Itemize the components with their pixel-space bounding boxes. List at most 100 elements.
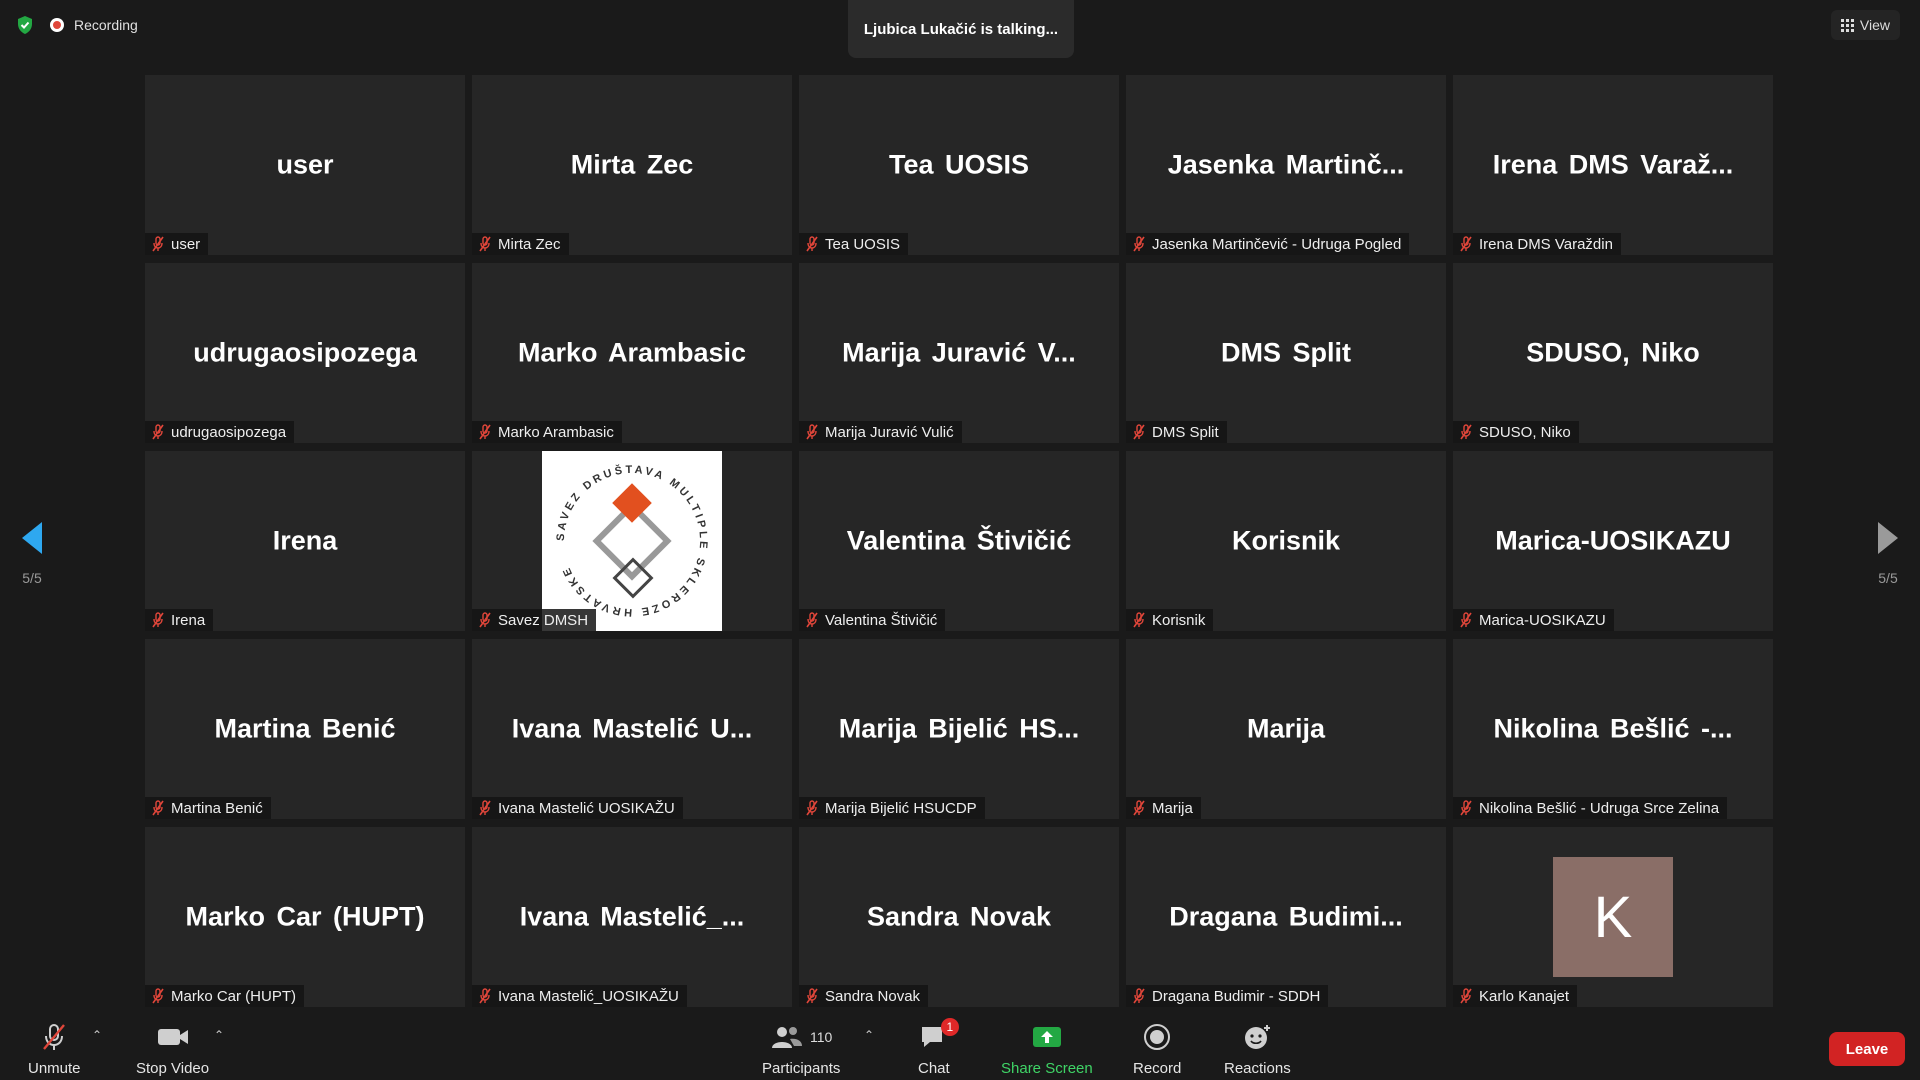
participant-tile[interactable]: Marica-UOSIKAZU Marica-UOSIKAZU bbox=[1453, 451, 1773, 631]
meeting-toolbar: Unmute ⌃ Stop Video ⌃ 110 Participants ⌃… bbox=[0, 1010, 1920, 1080]
participant-name: Valentina Štivičić bbox=[825, 611, 938, 629]
participant-tile[interactable]: Marko Arambasic Marko Arambasic bbox=[472, 263, 792, 443]
participant-tile[interactable]: Ivana Mastelić_... Ivana Mastelić_UOSIKAŽ… bbox=[472, 827, 792, 1007]
video-camera-icon bbox=[156, 1022, 190, 1052]
participants-options-chevron-icon[interactable]: ⌃ bbox=[864, 1028, 874, 1042]
participant-nameplate: Tea UOSIS bbox=[799, 233, 909, 255]
participant-display-name: Martina Benić bbox=[214, 713, 396, 744]
mic-muted-icon bbox=[151, 424, 165, 440]
participant-tile[interactable]: SDUSO, Niko SDUSO, Niko bbox=[1453, 263, 1773, 443]
participant-display-name: Marko Car (HUPT) bbox=[185, 901, 425, 932]
unmute-button[interactable]: Unmute bbox=[28, 1022, 81, 1077]
participant-display-name: Jasenka Martinč... bbox=[1167, 149, 1405, 180]
reactions-button[interactable]: Reactions bbox=[1224, 1022, 1291, 1077]
mic-muted-icon bbox=[151, 612, 165, 628]
arrow-right-icon[interactable] bbox=[1876, 520, 1900, 556]
participant-name: Karlo Kanajet bbox=[1479, 987, 1570, 1005]
participant-tile[interactable]: Irena DMS Varaž... Irena DMS Varaždin bbox=[1453, 75, 1773, 255]
participant-name: Marko Car (HUPT) bbox=[171, 987, 297, 1005]
next-page-control[interactable]: 5/5 bbox=[1876, 520, 1900, 586]
participant-tile[interactable]: Mirta Zec Mirta Zec bbox=[472, 75, 792, 255]
share-screen-button[interactable]: Share Screen bbox=[1001, 1022, 1093, 1077]
participant-nameplate: Marko Arambasic bbox=[472, 421, 622, 443]
arrow-left-icon[interactable] bbox=[20, 520, 44, 556]
participant-tile[interactable]: SAVEZ DRUŠTAVA MULTIPLE SKLEROZE HRVATSK… bbox=[472, 451, 792, 631]
participant-display-name: Irena DMS Varaž... bbox=[1492, 149, 1734, 180]
participant-tile[interactable]: user user bbox=[145, 75, 465, 255]
participant-nameplate: Dragana Budimir - SDDH bbox=[1126, 985, 1329, 1007]
participant-tile[interactable]: K Karlo Kanajet bbox=[1453, 827, 1773, 1007]
recording-dot-icon bbox=[50, 18, 64, 32]
participant-tile[interactable]: Tea UOSIS Tea UOSIS bbox=[799, 75, 1119, 255]
participant-name: Marija bbox=[1152, 799, 1193, 817]
participant-tile[interactable]: Marija Bijelić HS... Marija Bijelić HSUCD… bbox=[799, 639, 1119, 819]
participant-display-name: Ivana Mastelić U... bbox=[511, 713, 753, 744]
participant-display-name: Korisnik bbox=[1231, 525, 1341, 556]
participant-nameplate: Irena bbox=[145, 609, 214, 631]
mic-muted-icon bbox=[478, 800, 492, 816]
participant-tile[interactable]: Ivana Mastelić U... Ivana Mastelić UOSIKA… bbox=[472, 639, 792, 819]
view-button[interactable]: View bbox=[1830, 10, 1900, 40]
mic-muted-icon bbox=[1132, 236, 1146, 252]
unmute-label: Unmute bbox=[28, 1060, 81, 1077]
participants-button[interactable]: 110 Participants bbox=[762, 1022, 840, 1077]
mic-muted-icon bbox=[151, 236, 165, 252]
participant-tile[interactable]: udrugaosipozega udrugaosipozega bbox=[145, 263, 465, 443]
video-options-chevron-icon[interactable]: ⌃ bbox=[214, 1028, 224, 1042]
participant-tile[interactable]: Sandra Novak Sandra Novak bbox=[799, 827, 1119, 1007]
participants-count: 110 bbox=[810, 1029, 833, 1045]
participant-display-name: Marija Bijelić HS... bbox=[838, 713, 1080, 744]
participants-icon bbox=[772, 1027, 803, 1048]
participant-tile[interactable]: Valentina Štivičić Valentina Štivičić bbox=[799, 451, 1119, 631]
participant-name: Korisnik bbox=[1152, 611, 1206, 629]
chat-icon: 1 bbox=[919, 1018, 959, 1052]
participant-display-name: Ivana Mastelić_... bbox=[519, 901, 745, 932]
audio-options-chevron-icon[interactable]: ⌃ bbox=[92, 1028, 102, 1042]
mic-muted-icon bbox=[805, 612, 819, 628]
participant-nameplate: user bbox=[145, 233, 209, 255]
participant-tile[interactable]: Dragana Budimi... Dragana Budimir - SDDH bbox=[1126, 827, 1446, 1007]
leave-button[interactable]: Leave bbox=[1829, 1032, 1905, 1066]
participant-nameplate: Marija bbox=[1126, 797, 1201, 819]
chat-button[interactable]: 1 Chat bbox=[918, 1018, 959, 1077]
meeting-status-bar: Recording bbox=[14, 12, 138, 38]
share-screen-label: Share Screen bbox=[1001, 1060, 1093, 1077]
record-icon bbox=[1143, 1022, 1171, 1052]
mic-muted-icon bbox=[1132, 612, 1146, 628]
participant-nameplate: Martina Benić bbox=[145, 797, 271, 819]
page-indicator-left: 5/5 bbox=[22, 570, 42, 586]
participant-name: Marko Arambasic bbox=[498, 423, 614, 441]
participant-display-name: Mirta Zec bbox=[570, 149, 694, 180]
participants-icon-wrap: 110 bbox=[770, 1022, 832, 1052]
participant-display-name: Tea UOSIS bbox=[888, 149, 1030, 180]
page-indicator-right: 5/5 bbox=[1878, 570, 1898, 586]
participant-display-name: Marko Arambasic bbox=[517, 337, 747, 368]
participant-nameplate: Ivana Mastelić_UOSIKAŽU bbox=[472, 985, 687, 1007]
participant-tile[interactable]: DMS Split DMS Split bbox=[1126, 263, 1446, 443]
stop-video-button[interactable]: Stop Video bbox=[136, 1022, 209, 1077]
participant-display-name: Valentina Štivičić bbox=[846, 525, 1072, 556]
record-button[interactable]: Record bbox=[1133, 1022, 1181, 1077]
security-shield-icon[interactable] bbox=[14, 14, 36, 36]
active-speaker-banner: Ljubica Lukačić is talking... bbox=[848, 0, 1074, 58]
participant-tile[interactable]: Irena Irena bbox=[145, 451, 465, 631]
participant-tile[interactable]: Martina Benić Martina Benić bbox=[145, 639, 465, 819]
mic-muted-icon bbox=[1459, 612, 1473, 628]
participant-tile[interactable]: Jasenka Martinč... Jasenka Martinčević - … bbox=[1126, 75, 1446, 255]
participant-name: SDUSO, Niko bbox=[1479, 423, 1571, 441]
participant-display-name: DMS Split bbox=[1221, 337, 1351, 368]
participant-tile[interactable]: Korisnik Korisnik bbox=[1126, 451, 1446, 631]
participant-nameplate: Sandra Novak bbox=[799, 985, 929, 1007]
participant-tile[interactable]: Marija Juravić V... Marija Juravić Vulić bbox=[799, 263, 1119, 443]
participant-nameplate: Jasenka Martinčević - Udruga Pogled bbox=[1126, 233, 1410, 255]
participant-nameplate: Korisnik bbox=[1126, 609, 1214, 631]
mic-muted-icon bbox=[1459, 236, 1473, 252]
recording-indicator: Recording bbox=[50, 17, 138, 33]
previous-page-control[interactable]: 5/5 bbox=[20, 520, 44, 586]
participant-nameplate: Marija Bijelić HSUCDP bbox=[799, 797, 985, 819]
organization-logo: SAVEZ DRUŠTAVA MULTIPLE SKLEROZE HRVATSK… bbox=[542, 451, 722, 631]
participant-name: Irena bbox=[171, 611, 206, 629]
participant-tile[interactable]: Marko Car (HUPT) Marko Car (HUPT) bbox=[145, 827, 465, 1007]
participant-tile[interactable]: Marija Marija bbox=[1126, 639, 1446, 819]
participant-tile[interactable]: Nikolina Bešlić -... Nikolina Bešlić - Ud… bbox=[1453, 639, 1773, 819]
